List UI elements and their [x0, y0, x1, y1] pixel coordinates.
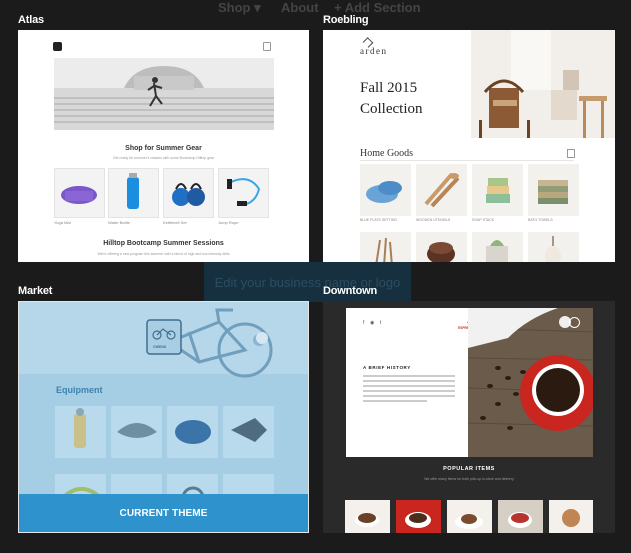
- atlas-section-title: Hilltop Bootcamp Summer Sessions: [103, 240, 224, 247]
- roebling-product-plates: [360, 164, 411, 216]
- roebling-product-row2-2: [416, 232, 467, 262]
- atlas-subheading: Get ready for summer's classes with some…: [112, 156, 215, 160]
- background-nav: Shop ▾ About + Add Section: [0, 0, 631, 22]
- atlas-product-bottle: [108, 168, 159, 218]
- downtown-popular-title: POPULAR ITEMS: [443, 466, 495, 472]
- theme-card-atlas[interactable]: Shop for Summer Gear Get ready for summe…: [18, 30, 309, 262]
- atlas-heading: Shop for Summer Gear: [125, 145, 202, 152]
- atlas-hero-image: [54, 58, 274, 130]
- roebling-product-label-2: WOODEN UTENSILS: [416, 218, 451, 222]
- atlas-cart-icon: [263, 42, 271, 51]
- theme-card-market[interactable]: OWENS Equipment CURRENT THEME: [18, 301, 309, 533]
- theme-label-roebling: Roebling: [323, 14, 369, 26]
- atlas-product-label-2: Water Bottle: [108, 220, 130, 225]
- roebling-product-label-4: BATH TOWELS: [528, 218, 553, 222]
- roebling-headline-2: Collection: [360, 101, 423, 117]
- roebling-product-label-3: SOAP STACK: [472, 218, 495, 222]
- roebling-product-label-1: BLUE PLATE SETTING: [360, 218, 398, 222]
- market-badge-text: OWENS: [153, 345, 167, 349]
- atlas-section-text: We're offering a new program this summer…: [97, 252, 230, 256]
- downtown-social-icons: f ◉ t: [363, 320, 382, 326]
- edit-business-name-button: Edit your business name or logo: [204, 262, 411, 302]
- roebling-logo-text: arden: [360, 46, 388, 56]
- downtown-hero-image: [468, 308, 593, 457]
- roebling-headline-1: Fall 2015: [360, 80, 418, 96]
- market-section-title: Equipment: [56, 385, 103, 395]
- downtown-cart-icon: [569, 317, 580, 328]
- roebling-product-soap: [472, 164, 523, 216]
- theme-card-downtown[interactable]: f ◉ t A BRIEF HISTORY ESPRESSO POPULAR I…: [323, 301, 615, 533]
- atlas-product-label-1: Yoga Mat: [54, 220, 71, 225]
- theme-label-atlas: Atlas: [18, 14, 44, 26]
- roebling-product-row2-1: [360, 232, 411, 262]
- roebling-product-row2-4: [528, 232, 579, 262]
- downtown-history-text: [363, 375, 455, 402]
- theme-label-market: Market: [18, 285, 53, 297]
- nav-shop: Shop ▾: [218, 0, 261, 15]
- theme-label-downtown: Downtown: [323, 285, 377, 297]
- atlas-product-kettlebell: [163, 168, 214, 218]
- market-cart-icon: [256, 332, 268, 344]
- atlas-product-yoga-mat: [54, 168, 105, 218]
- nav-about: About: [281, 0, 319, 15]
- downtown-popular-items: [345, 500, 593, 533]
- roebling-hero-image: [471, 30, 615, 138]
- current-theme-banner: CURRENT THEME: [19, 494, 308, 532]
- atlas-product-jump-rope: [218, 168, 269, 218]
- atlas-logo-icon: [53, 42, 62, 51]
- roebling-cart-icon: [567, 149, 575, 158]
- theme-card-roebling[interactable]: arden Fall 2015 Collection Home Goods BL…: [323, 30, 615, 262]
- roebling-product-row2-3: [472, 232, 523, 262]
- atlas-product-label-3: Kettlebell Set: [163, 220, 187, 225]
- downtown-popular-text: We offer many items for both pick-up in-…: [424, 477, 514, 481]
- roebling-divider: [360, 160, 574, 161]
- nav-add-section: + Add Section: [334, 0, 421, 15]
- roebling-product-utensils: [416, 164, 467, 216]
- downtown-intro-panel: f ◉ t A BRIEF HISTORY: [346, 308, 468, 457]
- downtown-history-title: A BRIEF HISTORY: [363, 365, 411, 370]
- roebling-product-towels: [528, 164, 579, 216]
- atlas-product-label-4: Jump Rope: [218, 220, 239, 225]
- roebling-section-title: Home Goods: [360, 148, 414, 159]
